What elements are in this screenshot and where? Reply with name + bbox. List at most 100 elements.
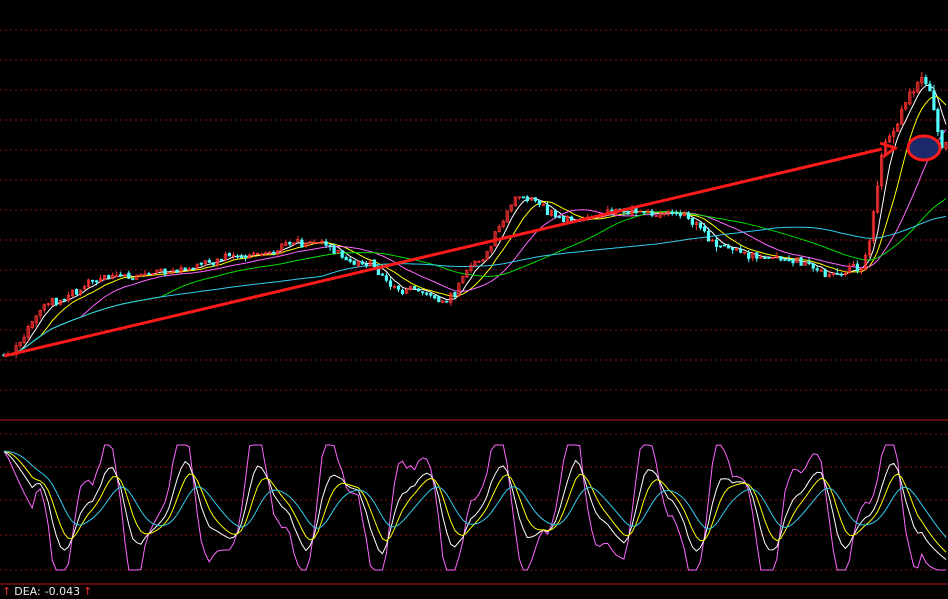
candle [662, 212, 666, 217]
candle [179, 264, 183, 274]
candle [312, 239, 316, 244]
oscillator-lines [3, 444, 947, 571]
candle [771, 256, 775, 259]
candle-body [936, 109, 940, 132]
candle [82, 284, 87, 290]
candle-body [787, 259, 791, 262]
candle-body [328, 244, 332, 247]
up-arrow-icon: ↑ [83, 585, 93, 598]
candle-body [763, 257, 767, 260]
candle [38, 309, 42, 320]
candle-body [767, 257, 771, 259]
candle [876, 181, 880, 214]
candle [461, 275, 465, 285]
candle [30, 320, 34, 330]
candle-body [807, 261, 811, 265]
candle [296, 235, 300, 243]
oscillator-panel [3, 444, 947, 571]
candle [710, 238, 715, 242]
candle-body [74, 288, 79, 295]
candle [928, 80, 932, 92]
candle [111, 272, 115, 280]
candle [896, 122, 900, 133]
candle [811, 263, 815, 272]
candle [562, 215, 566, 223]
candle [489, 245, 493, 254]
candle [839, 272, 843, 277]
candle-body [243, 255, 248, 258]
candle [751, 251, 755, 262]
candle-body [300, 239, 304, 248]
candle [815, 266, 819, 273]
candle [131, 278, 135, 281]
candle [364, 261, 368, 269]
candle [99, 274, 103, 283]
ma10-line [3, 95, 947, 357]
candle-body [779, 256, 783, 261]
candle [91, 279, 95, 285]
candle-body [352, 260, 356, 265]
candle [18, 341, 22, 349]
candle [888, 133, 892, 143]
candle [412, 285, 417, 289]
candle [505, 210, 509, 223]
candle [300, 237, 304, 248]
candle-body [239, 256, 244, 259]
chart-canvas [0, 29, 948, 585]
candle-body [928, 83, 932, 92]
candle [892, 127, 896, 144]
osc-j-line [3, 444, 946, 571]
candle-body [119, 274, 123, 277]
candle-body [437, 296, 441, 303]
candle [445, 300, 449, 304]
candle [517, 196, 521, 201]
candle [147, 271, 151, 275]
candle [425, 291, 429, 297]
candle [924, 74, 928, 86]
candle-body [191, 267, 195, 270]
candle-body [642, 211, 646, 214]
candle [384, 273, 389, 283]
candle [191, 267, 195, 270]
candle-body [634, 207, 638, 214]
candle-body [175, 269, 179, 273]
candle-body [839, 273, 843, 276]
candle-body [340, 250, 344, 258]
candle-body [429, 293, 433, 296]
candle-body [545, 204, 550, 216]
candle [779, 255, 783, 262]
annotations [3, 134, 942, 358]
candle [755, 252, 759, 262]
candle-body [95, 280, 99, 283]
candle-body [702, 226, 707, 232]
candle [735, 247, 739, 252]
osc-k-line [3, 450, 947, 560]
candle [66, 291, 70, 303]
candle-body [219, 258, 223, 261]
candle [159, 268, 163, 272]
candle [823, 268, 827, 278]
candle-body [562, 215, 566, 222]
candle-body [421, 291, 425, 294]
candle-body [227, 252, 231, 257]
candle [74, 288, 79, 295]
candle [215, 257, 219, 268]
candle [521, 196, 525, 199]
candle [46, 302, 50, 307]
candle [360, 259, 364, 265]
candle [457, 282, 461, 297]
candle-body [727, 245, 731, 249]
candle [831, 272, 835, 277]
candle [743, 251, 747, 255]
moving-average-lines [3, 84, 947, 357]
candle [529, 197, 534, 201]
candle [400, 288, 405, 296]
candle-body [731, 247, 735, 251]
candle [553, 209, 558, 219]
candle [316, 241, 320, 244]
candle-body [521, 196, 525, 199]
candle-body [364, 263, 368, 267]
candle [763, 255, 767, 260]
candle [34, 315, 38, 327]
candle-body [714, 239, 719, 247]
